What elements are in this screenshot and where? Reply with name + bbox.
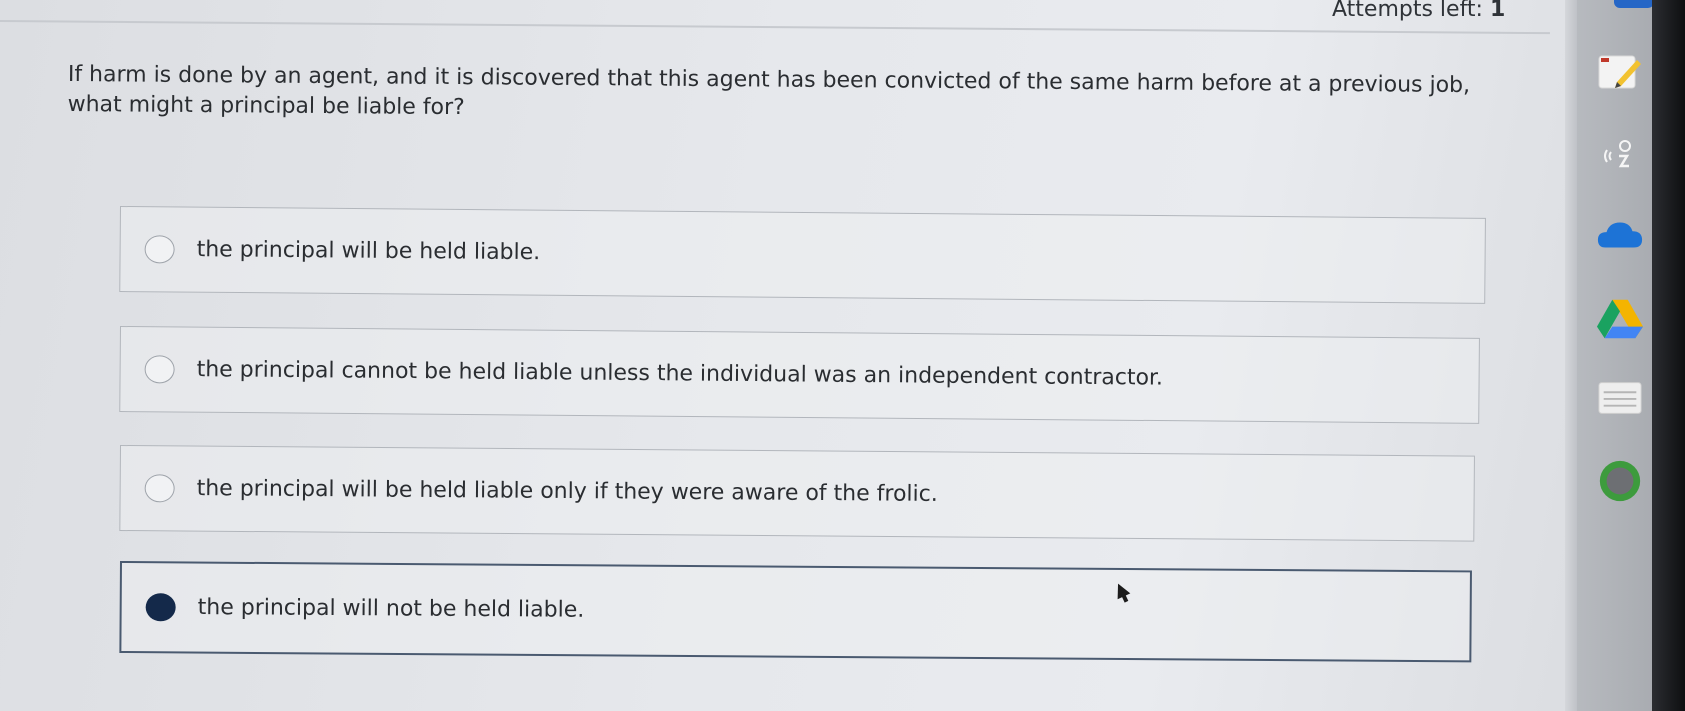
answer-option-3[interactable]: the principal will be held liable only i… — [119, 445, 1475, 542]
side-dock — [1577, 0, 1652, 711]
answer-option-1[interactable]: the principal will be held liable. — [119, 206, 1486, 304]
cast-voice-icon[interactable] — [1596, 132, 1644, 180]
radio-button-4-selected[interactable] — [145, 593, 176, 622]
answer-option-4[interactable]: the principal will not be held liable. — [119, 561, 1472, 663]
quiz-screen: Attempts left: 1 If harm is done by an a… — [0, 0, 1685, 711]
attempts-indicator: Attempts left: 1 — [1332, 0, 1505, 22]
answer-option-2-label: the principal cannot be held liable unle… — [196, 357, 1164, 391]
question-text: If harm is done by an agent, and it is d… — [67, 61, 1471, 121]
attempts-count: 1 — [1489, 0, 1506, 22]
header-divider — [0, 20, 1550, 35]
radio-button-1[interactable] — [144, 235, 175, 264]
screen-bezel — [1652, 0, 1685, 711]
answer-option-4-label: the principal will not be held liable. — [197, 595, 585, 623]
attempts-label: Attempts left: — [1332, 0, 1483, 22]
answer-option-2[interactable]: the principal cannot be held liable unle… — [119, 326, 1480, 424]
circle-app-icon[interactable] — [1596, 457, 1644, 505]
top-app-icon[interactable] — [1614, 0, 1654, 8]
onedrive-cloud-icon[interactable] — [1596, 212, 1644, 260]
radio-button-3[interactable] — [144, 474, 175, 503]
annotate-pen-icon[interactable] — [1596, 48, 1644, 96]
notes-app-icon[interactable] — [1596, 374, 1644, 422]
answer-option-1-label: the principal will be held liable. — [196, 237, 541, 266]
radio-button-2[interactable] — [144, 355, 175, 384]
dock-divider — [1565, 0, 1577, 711]
google-drive-icon[interactable] — [1596, 295, 1644, 343]
answer-option-3-label: the principal will be held liable only i… — [196, 476, 938, 507]
